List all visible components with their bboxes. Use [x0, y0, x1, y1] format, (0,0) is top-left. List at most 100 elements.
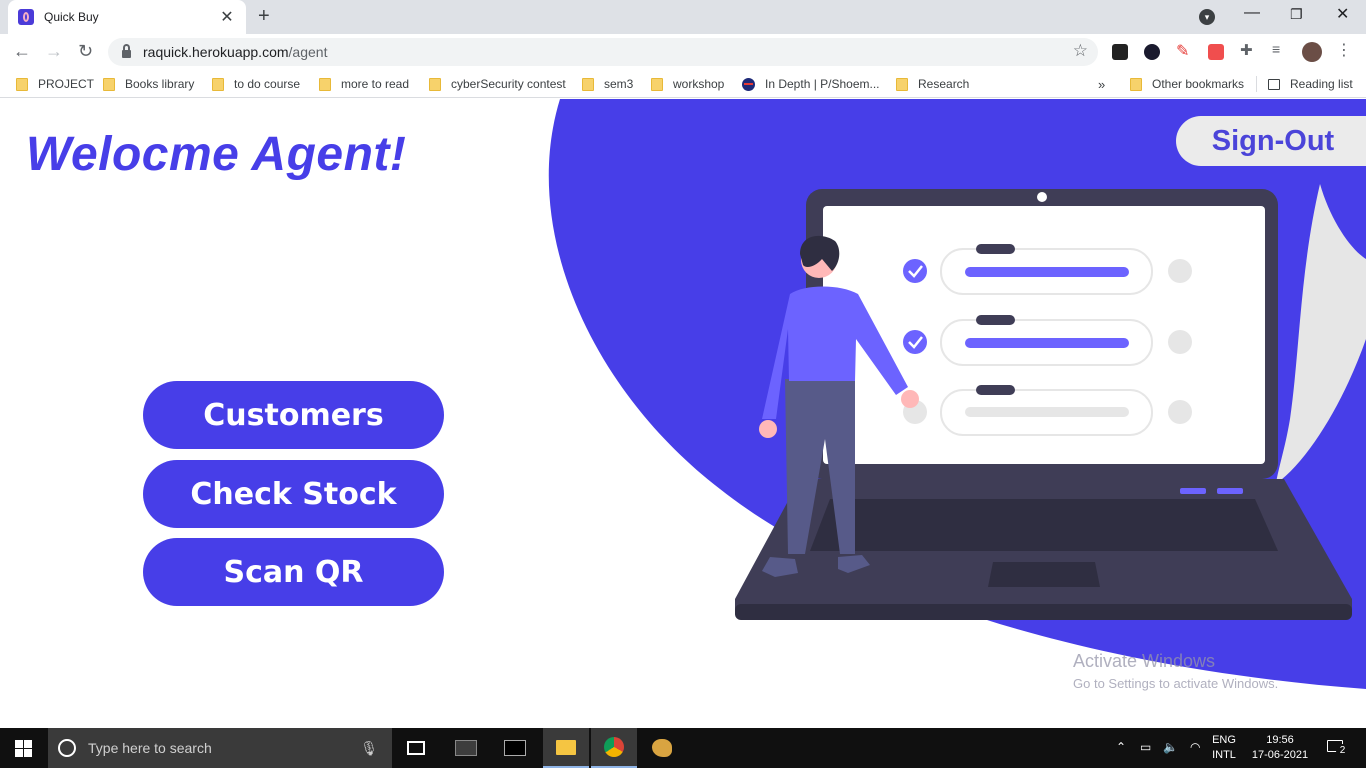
bookmark-label: to do course — [234, 77, 301, 91]
laptop-key-accent — [1217, 488, 1243, 494]
folder-icon — [896, 77, 908, 91]
bookmark-label: cyberSecurity contest — [451, 77, 566, 91]
extension-icon[interactable] — [1112, 44, 1128, 60]
bookmark-folder[interactable]: cyberSecurity contest — [429, 77, 566, 91]
page-title: Welocme Agent! — [26, 128, 407, 181]
bookmarks-overflow-button[interactable]: » — [1098, 77, 1105, 92]
folder-icon — [319, 77, 331, 91]
bookmark-label: Other bookmarks — [1152, 77, 1245, 91]
reading-list[interactable]: Reading list — [1268, 77, 1353, 91]
tab-strip: Quick Buy ✕ + ▾ — ❐ ✕ — [0, 0, 1366, 34]
reload-icon[interactable]: ↻ — [78, 41, 93, 62]
back-icon[interactable]: ← — [13, 41, 31, 62]
wifi-icon[interactable]: ◠ — [1190, 740, 1200, 754]
folder-icon — [651, 77, 663, 91]
start-windows-icon[interactable] — [15, 740, 32, 757]
extensions-puzzle-icon[interactable]: ✚ — [1240, 41, 1256, 59]
check-stock-button[interactable]: Check Stock — [143, 460, 444, 528]
notifications-count: 2 — [1336, 744, 1349, 757]
close-tab-icon[interactable]: ✕ — [218, 7, 236, 27]
volume-icon[interactable]: 🔈 — [1163, 740, 1178, 754]
windows-taskbar: Type here to search 🎙 ⌃ ▭ 🔈 ◠ ENG INTL 1… — [0, 728, 1366, 768]
clock-time: 19:56 — [1266, 734, 1294, 746]
laptop-trackpad — [988, 562, 1100, 587]
url-path: /agent — [288, 44, 328, 60]
address-bar[interactable]: raquick.herokuapp.com/agent ☆ — [108, 38, 1098, 66]
restore-icon[interactable]: ❐ — [1290, 6, 1303, 23]
site-favicon-icon — [18, 9, 34, 25]
bookmarks-bar: PROJECT Books library to do course more … — [0, 70, 1366, 98]
activation-watermark-title: Activate Windows — [1073, 651, 1216, 671]
bookmark-link[interactable]: In Depth | P/Shoem... — [742, 77, 880, 91]
input-language[interactable]: ENG INTL — [1210, 733, 1238, 763]
bookmark-label: more to read — [341, 77, 410, 91]
bookmark-folder[interactable]: sem3 — [582, 77, 633, 91]
lock-icon — [122, 44, 131, 58]
other-bookmarks[interactable]: Other bookmarks — [1130, 77, 1244, 91]
folder-icon — [429, 77, 441, 91]
command-prompt-icon[interactable] — [492, 728, 538, 768]
profile-avatar-icon[interactable] — [1302, 42, 1322, 62]
battery-icon[interactable]: ▭ — [1140, 740, 1151, 754]
bookmark-label: workshop — [673, 77, 725, 91]
reading-list-label: Reading list — [1290, 77, 1353, 91]
terminal-app-icon[interactable] — [443, 728, 489, 768]
cortana-icon — [58, 739, 76, 757]
clock[interactable]: 19:56 17-06-2021 — [1250, 733, 1310, 763]
bookmark-folder[interactable]: Books library — [103, 77, 194, 91]
tab-title: Quick Buy — [44, 10, 99, 24]
tab-search-icon[interactable]: ▾ — [1199, 9, 1215, 25]
file-explorer-icon[interactable] — [543, 728, 589, 768]
pen-extension-icon[interactable]: ✎ — [1176, 41, 1192, 60]
sign-out-button[interactable]: Sign-Out — [1176, 116, 1366, 166]
customers-button[interactable]: Customers — [143, 381, 444, 449]
input-language-layout: INTL — [1212, 749, 1236, 761]
browser-tab[interactable]: Quick Buy ✕ — [8, 0, 246, 34]
input-language-code: ENG — [1212, 734, 1236, 746]
bookmark-folder[interactable]: Research — [896, 77, 969, 91]
url-host: raquick.herokuapp.com — [143, 44, 289, 60]
bookmark-label: Research — [918, 77, 970, 91]
bookmark-label: sem3 — [604, 77, 634, 91]
extension-red-icon[interactable] — [1208, 44, 1224, 60]
menu-kebab-icon[interactable]: ⋮ — [1336, 40, 1352, 59]
activation-watermark-subtitle: Go to Settings to activate Windows. — [1073, 676, 1279, 691]
laptop-base-edge — [735, 604, 1352, 620]
laptop-key-accent — [1180, 488, 1206, 494]
folder-icon — [16, 77, 28, 91]
task-view-icon[interactable] — [393, 728, 439, 768]
clock-date: 17-06-2021 — [1251, 749, 1309, 761]
laptop-camera — [1037, 192, 1047, 202]
nasa-icon — [742, 77, 755, 91]
react-devtools-icon[interactable] — [1144, 44, 1160, 60]
chrome-icon[interactable] — [591, 728, 637, 768]
notifications-icon[interactable]: 2 — [1324, 740, 1349, 757]
browser-toolbar: ← → ↻ raquick.herokuapp.com/agent ☆ ✎ ✚ … — [0, 34, 1366, 70]
bookmark-folder[interactable]: more to read — [319, 77, 409, 91]
laptop-keyboard — [810, 499, 1278, 551]
minimize-icon[interactable]: — — [1244, 4, 1260, 22]
bookmark-label: PROJECT — [38, 77, 95, 91]
bookmark-divider — [1256, 76, 1257, 92]
bookmark-folder[interactable]: PROJECT — [16, 77, 94, 91]
bookmark-folder[interactable]: workshop — [651, 77, 724, 91]
taskbar-search-placeholder: Type here to search — [88, 740, 212, 756]
scan-qr-button[interactable]: Scan QR — [143, 538, 444, 606]
forward-icon[interactable]: → — [45, 41, 63, 62]
folder-icon — [212, 77, 224, 91]
bookmark-folder[interactable]: to do course — [212, 77, 300, 91]
tray-overflow-icon[interactable]: ⌃ — [1116, 740, 1126, 754]
reading-list-icon — [1268, 78, 1280, 90]
folder-icon — [582, 77, 594, 91]
folder-icon — [103, 77, 115, 91]
folder-icon — [1130, 77, 1142, 91]
window-close-icon[interactable]: ✕ — [1336, 4, 1349, 24]
bookmark-label: In Depth | P/Shoem... — [765, 77, 880, 91]
new-tab-icon[interactable]: + — [258, 5, 270, 28]
bookmark-label: Books library — [125, 77, 195, 91]
paint-icon[interactable] — [639, 728, 685, 768]
microphone-icon[interactable]: 🎙 — [360, 740, 378, 757]
taskbar-search-box[interactable]: Type here to search 🎙 — [48, 728, 392, 768]
media-control-icon[interactable]: ≡ — [1272, 41, 1288, 57]
bookmark-star-icon[interactable]: ☆ — [1073, 41, 1088, 61]
